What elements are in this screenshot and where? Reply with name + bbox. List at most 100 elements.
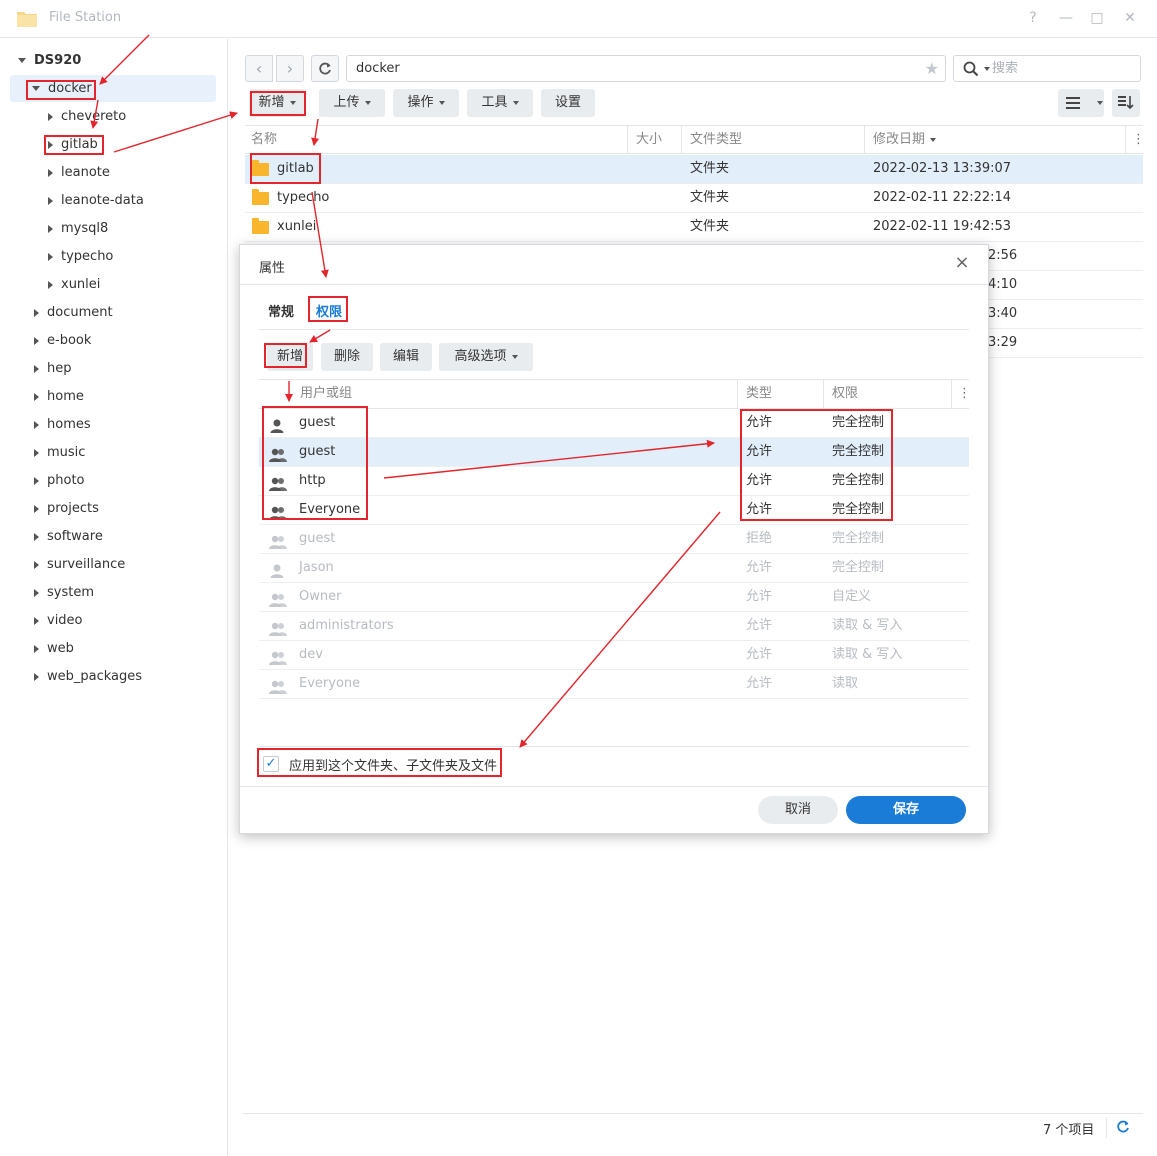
permission-row[interactable]: guest 允许 完全控制: [259, 409, 969, 438]
chevron-right-icon[interactable]: [34, 336, 39, 345]
tree-item-home[interactable]: home: [34, 384, 84, 410]
tree-item-leanote[interactable]: leanote: [48, 160, 110, 186]
tree-item-projects[interactable]: projects: [34, 496, 99, 522]
tree-item-mysql8[interactable]: mysql8: [48, 216, 108, 242]
column-menu-icon[interactable]: ⋮: [958, 380, 971, 408]
column-menu-icon[interactable]: ⋮: [1132, 126, 1145, 154]
column-modified[interactable]: 修改日期: [873, 126, 937, 154]
tab-general[interactable]: 常规: [268, 301, 294, 320]
permission-row[interactable]: administrators 允许 读取 & 写入: [259, 612, 969, 641]
chevron-right-icon[interactable]: [34, 448, 39, 457]
file-row[interactable]: gitlab 文件夹 2022-02-13 13:39:07: [245, 155, 1143, 184]
chevron-right-icon[interactable]: [34, 420, 39, 429]
tree-item-homes[interactable]: homes: [34, 412, 91, 438]
chevron-right-icon[interactable]: [48, 168, 53, 177]
sort-button[interactable]: [1112, 89, 1140, 117]
tree-item-surveillance[interactable]: surveillance: [34, 552, 125, 578]
permission-row[interactable]: dev 允许 读取 & 写入: [259, 641, 969, 670]
tree-item-gitlab[interactable]: gitlab: [48, 132, 98, 158]
tree-item-photo[interactable]: photo: [34, 468, 85, 494]
column-name[interactable]: 名称: [251, 126, 277, 154]
forward-button[interactable]: ›: [276, 55, 304, 82]
tree-item-docker[interactable]: docker: [32, 76, 92, 102]
cancel-button[interactable]: 取消: [758, 796, 838, 824]
new-button[interactable]: 新增: [249, 89, 305, 117]
tree-item-document[interactable]: document: [34, 300, 113, 326]
permission-row[interactable]: Everyone 允许 完全控制: [259, 496, 969, 525]
chevron-right-icon[interactable]: [34, 588, 39, 597]
permission-row[interactable]: Everyone 允许 读取: [259, 670, 969, 699]
tree-item-software[interactable]: software: [34, 524, 103, 550]
path-input[interactable]: docker ★: [346, 55, 946, 82]
permission-row[interactable]: guest 允许 完全控制: [259, 438, 969, 467]
permission-user: administrators: [299, 618, 394, 633]
file-row[interactable]: typecho 文件夹 2022-02-11 22:22:14: [245, 184, 1143, 213]
column-type[interactable]: 类型: [746, 380, 772, 408]
upload-button[interactable]: 上传: [319, 89, 385, 117]
tree-item-xunlei[interactable]: xunlei: [48, 272, 100, 298]
apply-to-children-checkbox[interactable]: ✓: [263, 756, 279, 772]
column-user-group[interactable]: 用户或组: [300, 380, 352, 408]
save-button[interactable]: 保存: [846, 796, 966, 824]
minimize-icon[interactable]: —: [1057, 9, 1075, 27]
permission-row[interactable]: guest 拒绝 完全控制: [259, 525, 969, 554]
close-icon[interactable]: ×: [954, 254, 970, 272]
refresh-button[interactable]: [311, 55, 339, 82]
column-type[interactable]: 文件类型: [690, 126, 742, 154]
chevron-down-icon[interactable]: [32, 86, 40, 91]
chevron-right-icon[interactable]: [48, 252, 53, 261]
tree-item-chevereto[interactable]: chevereto: [48, 104, 126, 130]
chevron-down-icon[interactable]: [18, 58, 26, 63]
chevron-right-icon[interactable]: [48, 196, 53, 205]
chevron-right-icon[interactable]: [34, 392, 39, 401]
chevron-right-icon[interactable]: [34, 364, 39, 373]
tree-item-typecho[interactable]: typecho: [48, 244, 113, 270]
chevron-right-icon[interactable]: [48, 140, 53, 149]
maximize-icon[interactable]: □: [1088, 9, 1106, 27]
view-mode-button[interactable]: [1058, 89, 1104, 117]
chevron-right-icon[interactable]: [34, 532, 39, 541]
file-row[interactable]: xunlei 文件夹 2022-02-11 19:42:53: [245, 213, 1143, 242]
tools-button[interactable]: 工具: [467, 89, 533, 117]
tab-permissions[interactable]: 权限: [316, 301, 342, 320]
tree-item-leanote-data[interactable]: leanote-data: [48, 188, 144, 214]
tree-item-hep[interactable]: hep: [34, 356, 72, 382]
column-size[interactable]: 大小: [636, 126, 662, 154]
help-icon[interactable]: ?: [1024, 9, 1042, 27]
tree-item-system[interactable]: system: [34, 580, 94, 606]
tree-item-web[interactable]: web: [34, 636, 74, 662]
tree-item-e-book[interactable]: e-book: [34, 328, 91, 354]
chevron-right-icon[interactable]: [48, 224, 53, 233]
permission-row[interactable]: http 允许 完全控制: [259, 467, 969, 496]
chevron-down-icon[interactable]: [984, 67, 990, 71]
action-button[interactable]: 操作: [393, 89, 459, 117]
tree-root-ds920[interactable]: DS920: [18, 48, 81, 74]
chevron-right-icon[interactable]: [34, 644, 39, 653]
search-icon[interactable]: [963, 61, 979, 77]
tree-item-music[interactable]: music: [34, 440, 85, 466]
add-permission-button[interactable]: 新增: [267, 343, 313, 371]
advanced-options-button[interactable]: 高级选项: [439, 343, 533, 371]
chevron-right-icon[interactable]: [34, 504, 39, 513]
search-input[interactable]: 搜索: [953, 55, 1141, 82]
tree-item-label: video: [47, 613, 83, 628]
column-permission[interactable]: 权限: [832, 380, 858, 408]
star-icon[interactable]: ★: [925, 56, 939, 81]
chevron-right-icon[interactable]: [34, 560, 39, 569]
permission-row[interactable]: Owner 允许 自定义: [259, 583, 969, 612]
refresh-icon[interactable]: [1116, 1120, 1130, 1134]
chevron-right-icon[interactable]: [48, 112, 53, 121]
permission-row[interactable]: Jason 允许 完全控制: [259, 554, 969, 583]
back-button[interactable]: ‹: [245, 55, 273, 82]
tree-item-web-packages[interactable]: web_packages: [34, 664, 142, 690]
delete-permission-button[interactable]: 删除: [321, 343, 373, 371]
edit-permission-button[interactable]: 编辑: [380, 343, 432, 371]
close-icon[interactable]: ✕: [1121, 9, 1139, 27]
chevron-right-icon[interactable]: [34, 616, 39, 625]
chevron-right-icon[interactable]: [48, 280, 53, 289]
chevron-right-icon[interactable]: [34, 308, 39, 317]
chevron-right-icon[interactable]: [34, 672, 39, 681]
chevron-right-icon[interactable]: [34, 476, 39, 485]
settings-button[interactable]: 设置: [541, 89, 595, 117]
tree-item-video[interactable]: video: [34, 608, 83, 634]
